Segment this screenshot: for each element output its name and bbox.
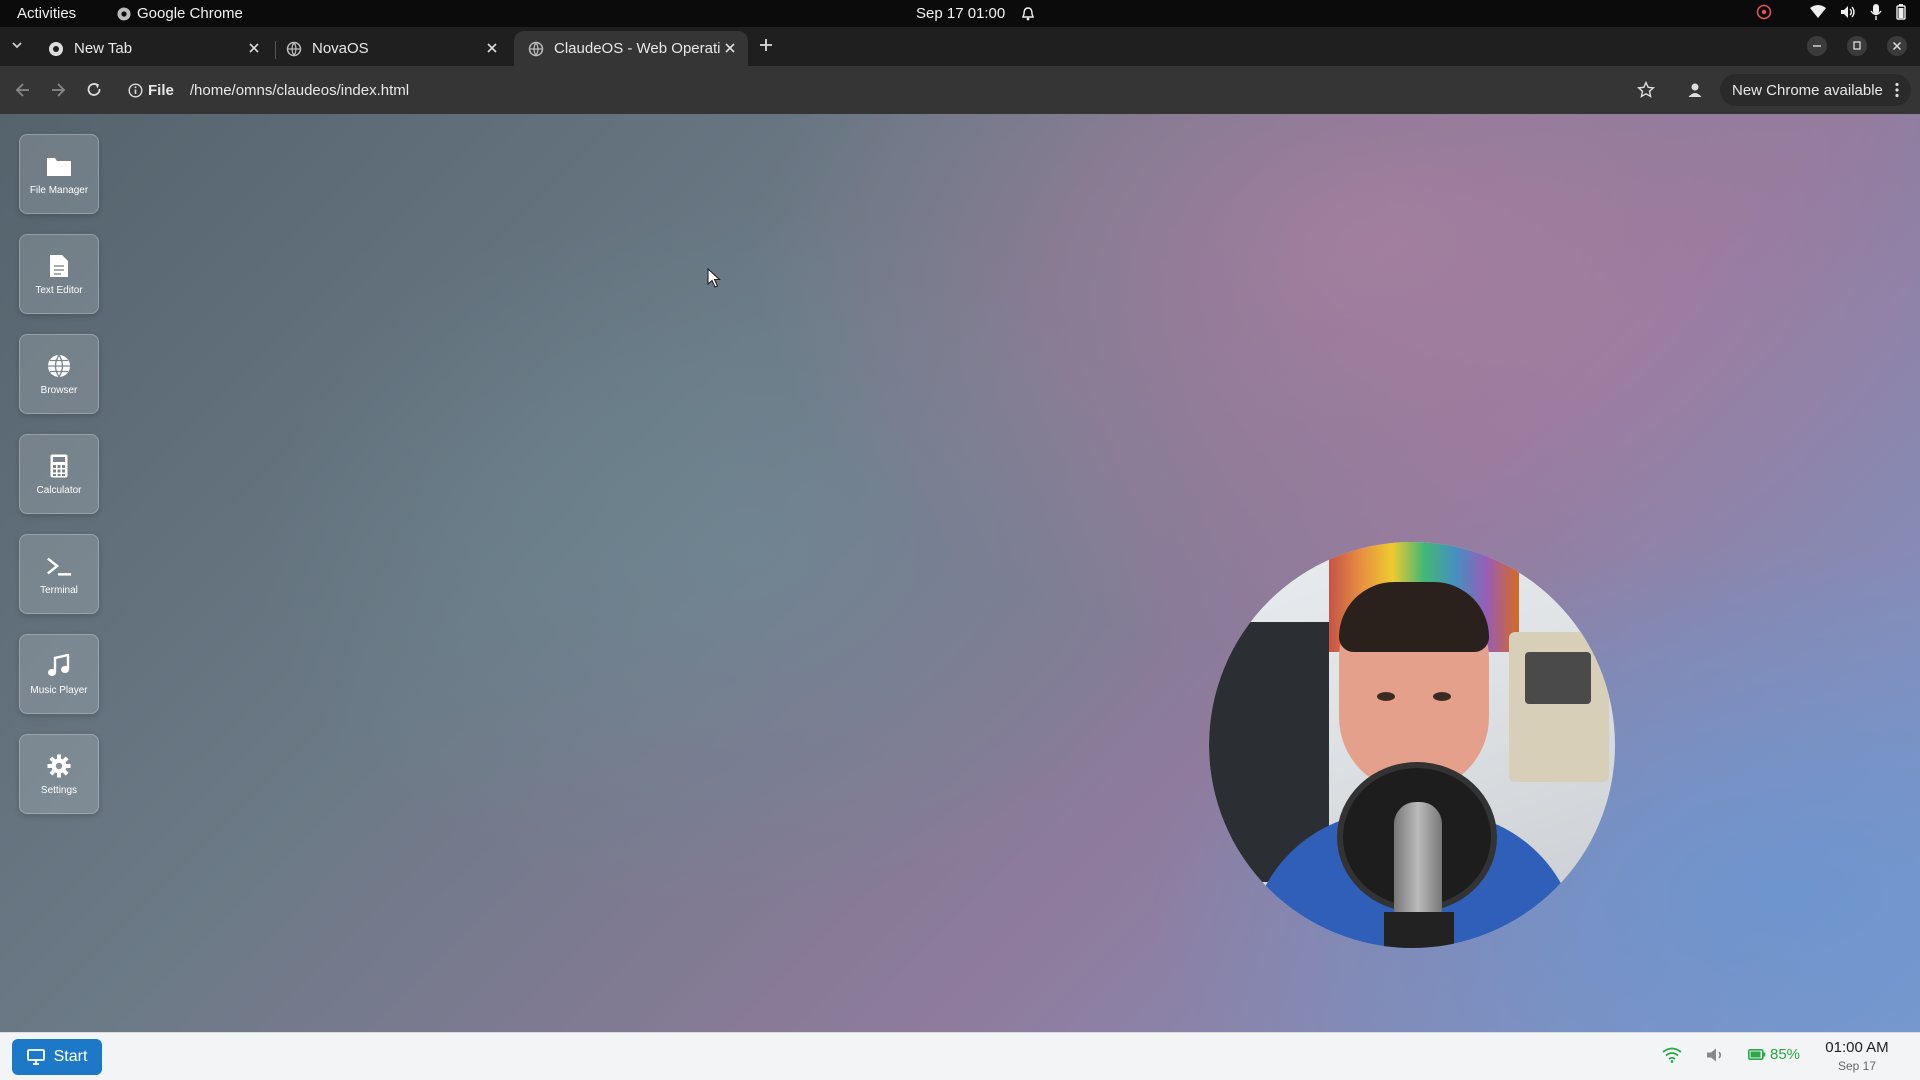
app-name: Google Chrome <box>137 5 243 22</box>
restore-window-button[interactable] <box>1847 36 1867 56</box>
kebab-menu-icon[interactable] <box>1895 82 1899 98</box>
update-chrome-label: New Chrome available <box>1732 81 1883 99</box>
folder-icon <box>46 153 72 179</box>
webcam-background-computer <box>1509 632 1609 782</box>
tab-claudeos[interactable]: ClaudeOS - Web Operati <box>514 31 748 66</box>
scheme-label: File <box>148 81 174 99</box>
forward-arrow-icon[interactable] <box>49 81 67 99</box>
close-tab-icon[interactable] <box>722 40 738 56</box>
browser-toolbar: File /home/omns/claudeos/index.html New … <box>0 66 1920 114</box>
app-label: Settings <box>40 784 78 796</box>
desktop-app-settings[interactable]: Settings <box>19 734 99 814</box>
app-label: File Manager <box>29 184 89 196</box>
app-label: Calculator <box>36 484 82 496</box>
tab-new-tab[interactable]: New Tab <box>34 31 272 66</box>
restore-icon <box>1853 41 1861 50</box>
globe-favicon-icon <box>528 41 544 57</box>
reload-icon[interactable] <box>85 81 103 99</box>
profile-avatar-icon[interactable] <box>1686 81 1704 99</box>
microphone-icon[interactable] <box>1870 4 1882 20</box>
battery-indicator[interactable]: 85% <box>1748 1046 1800 1063</box>
webcam-person-eye <box>1433 692 1451 701</box>
calculator-icon <box>46 453 72 479</box>
site-info-chip[interactable]: File <box>128 82 174 99</box>
app-label: Text Editor <box>35 284 83 296</box>
music-icon <box>46 653 72 679</box>
desktop-app-terminal[interactable]: Terminal <box>19 534 99 614</box>
tab-label: New Tab <box>74 40 133 57</box>
desktop-app-calculator[interactable]: Calculator <box>19 434 99 514</box>
tab-label: NovaOS <box>312 40 369 57</box>
tab-novaos[interactable]: NovaOS <box>272 31 510 66</box>
app-menu[interactable]: Google Chrome <box>117 5 243 22</box>
globe-icon <box>46 353 72 379</box>
update-chrome-button[interactable]: New Chrome available <box>1720 74 1911 106</box>
monitor-icon <box>26 1049 45 1065</box>
webcam-microphone <box>1394 802 1442 922</box>
browser-tab-strip: New Tab NovaOS ClaudeOS - Web Operati <box>0 27 1920 66</box>
close-icon <box>1892 41 1902 51</box>
taskbar-clock[interactable]: 01:00 AM Sep 17 <box>1820 1039 1894 1073</box>
tab-label: ClaudeOS - Web Operati <box>554 40 721 57</box>
desktop-background[interactable]: File Manager Text Editor Browser Calcula… <box>0 114 1920 1032</box>
globe-favicon-icon <box>286 41 302 57</box>
battery-percentage: 85% <box>1770 1046 1801 1063</box>
close-tab-icon[interactable] <box>484 40 500 56</box>
gear-icon <box>46 753 72 779</box>
webcam-overlay <box>1209 542 1615 948</box>
desktop-app-text-editor[interactable]: Text Editor <box>19 234 99 314</box>
webcam-microphone-stand <box>1384 912 1454 948</box>
app-label: Browser <box>40 384 78 396</box>
close-tab-icon[interactable] <box>246 40 262 56</box>
url-text[interactable]: /home/omns/claudeos/index.html <box>190 82 409 99</box>
chrome-icon <box>117 7 131 20</box>
chrome-favicon-icon <box>49 41 63 56</box>
desktop-app-browser[interactable]: Browser <box>19 334 99 414</box>
app-label: Music Player <box>30 684 88 696</box>
mouse-cursor-icon <box>707 268 721 288</box>
close-window-button[interactable] <box>1887 36 1907 56</box>
volume-icon[interactable] <box>1840 5 1856 19</box>
screen-share-icon[interactable] <box>1756 4 1772 20</box>
system-clock[interactable]: Sep 17 01:00 <box>916 5 1035 22</box>
minimize-window-button[interactable] <box>1807 36 1827 56</box>
taskbar-date: Sep 17 <box>1837 1059 1877 1073</box>
taskbar-battery-icon <box>1748 1049 1766 1060</box>
back-arrow-icon[interactable] <box>14 81 32 99</box>
desktop-icon-column: File Manager Text Editor Browser Calcula… <box>19 134 101 834</box>
bookmark-star-icon[interactable] <box>1637 81 1655 99</box>
system-datetime: Sep 17 01:00 <box>916 5 1006 22</box>
start-label: Start <box>53 1048 88 1065</box>
tab-search-chevron-icon[interactable] <box>10 38 24 52</box>
terminal-icon <box>46 553 72 579</box>
alarm-icon <box>1022 7 1035 21</box>
webcam-person-hair <box>1339 582 1489 652</box>
webcam-person-eye <box>1377 692 1395 701</box>
os-taskbar: Start 85% 01:00 AM Sep 17 <box>0 1032 1920 1080</box>
document-icon <box>46 253 72 279</box>
battery-icon[interactable] <box>1896 4 1906 20</box>
info-icon <box>128 82 143 98</box>
taskbar-volume-icon[interactable] <box>1706 1047 1726 1063</box>
system-tray[interactable] <box>1756 4 1906 20</box>
address-bar[interactable]: File /home/omns/claudeos/index.html <box>118 73 1696 107</box>
activities-button[interactable]: Activities <box>17 5 76 22</box>
desktop-app-file-manager[interactable]: File Manager <box>19 134 99 214</box>
wifi-icon[interactable] <box>1810 5 1826 19</box>
minimize-icon <box>1813 45 1821 47</box>
taskbar-time: 01:00 AM <box>1825 1039 1889 1056</box>
taskbar-wifi-icon[interactable] <box>1662 1047 1682 1063</box>
desktop-app-music-player[interactable]: Music Player <box>19 634 99 714</box>
new-tab-plus-icon[interactable] <box>758 37 774 53</box>
start-button[interactable]: Start <box>12 1039 102 1075</box>
system-top-bar: Activities Google Chrome Sep 17 01:00 <box>0 0 1920 27</box>
app-label: Terminal <box>40 584 78 596</box>
